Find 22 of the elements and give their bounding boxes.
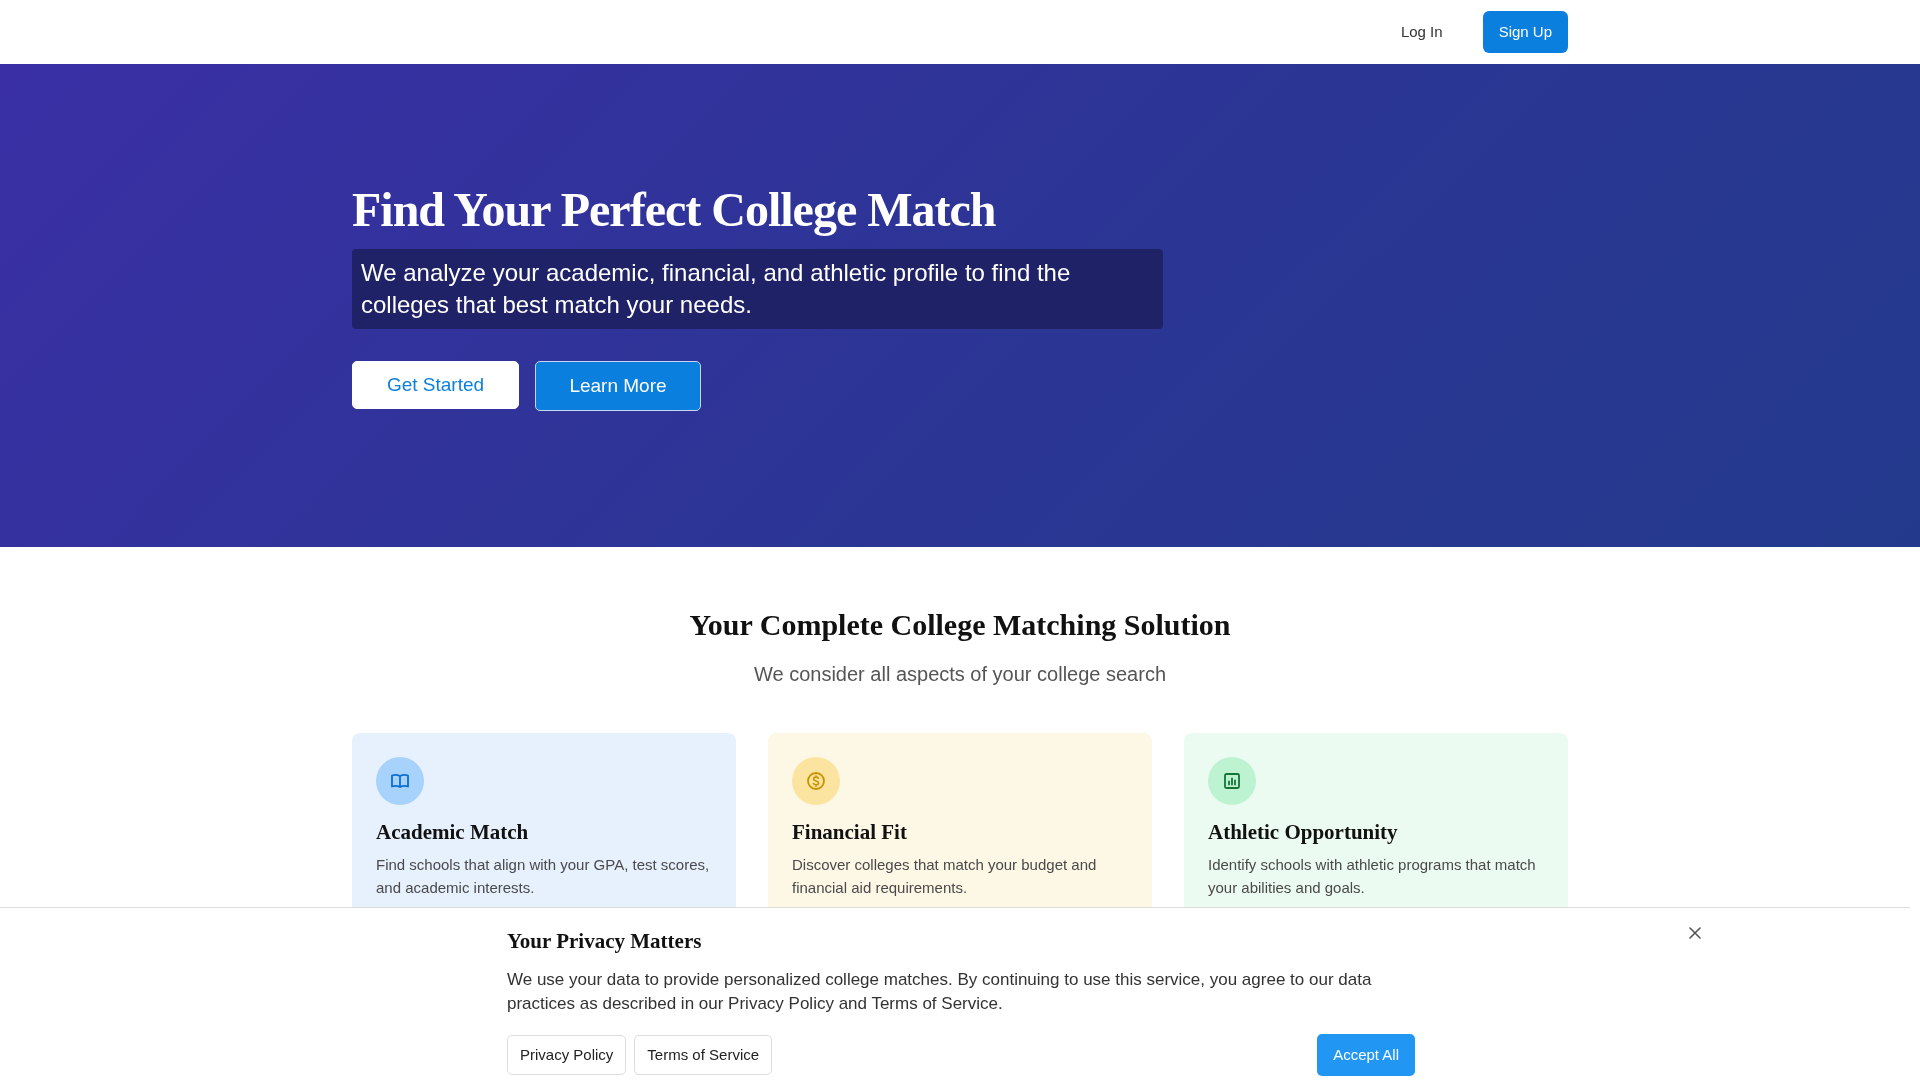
card-title: Financial Fit (792, 819, 908, 845)
hero-title: Find Your Perfect College Match (352, 184, 997, 237)
bar-chart-icon (1221, 770, 1243, 792)
hero-button[interactable]: Get Started (352, 360, 519, 409)
banner-text: We use your data to provide personalized college matches. By continuing to use this service, you agree to our data practices as described in our Privacy Policy and Terms of Service. (507, 968, 1373, 1015)
card-title: Athletic Opportunity (1208, 819, 1399, 845)
hero-button[interactable]: Learn More (535, 360, 701, 411)
card-text: Find schools that align with your GPA, test scores, and academic interests. (376, 855, 711, 898)
accept-button[interactable]: Accept All (1317, 1033, 1415, 1076)
card-text: Identify schools with athletic programs that match your abilities and goals. (1208, 855, 1537, 898)
banner-title: Your Privacy Matters (507, 928, 702, 955)
hero-subtitle: We analyze your academic, financial, and athletic profile to find the colleges that best match your needs. (352, 248, 1163, 329)
close-icon (1688, 926, 1702, 940)
sign-up-button[interactable]: Sign Up (1482, 10, 1568, 54)
card-title: Academic Match (376, 819, 530, 845)
nav-link[interactable]: Log In (1384, 12, 1459, 52)
policy-button[interactable]: Terms of Service (634, 1034, 773, 1075)
card-text: Discover colleges that match your budget and financial aid requirements. (792, 855, 1098, 898)
section-subtitle: We consider all aspects of your college search (752, 662, 1168, 687)
dollar-coin-icon (805, 770, 827, 792)
section-title: Your Complete College Matching Solution (688, 607, 1232, 643)
policy-button[interactable]: Privacy Policy (507, 1034, 627, 1075)
